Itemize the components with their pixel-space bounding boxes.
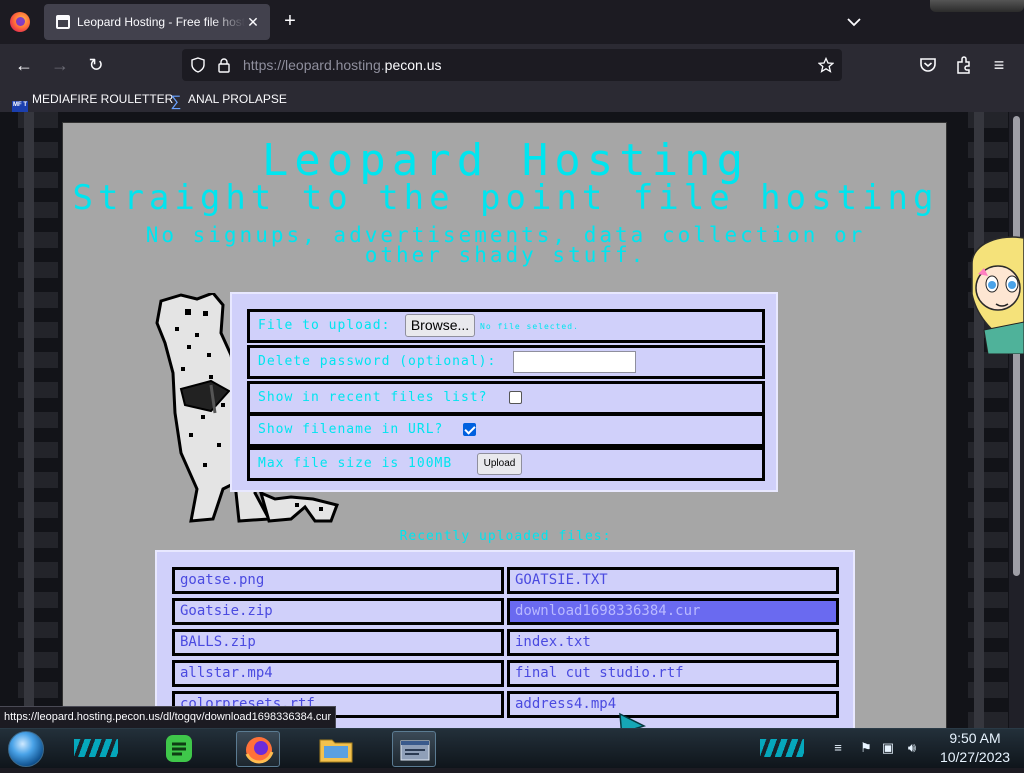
recent-files-checkbox[interactable] [509,391,522,404]
lock-icon[interactable] [216,57,232,73]
file-upload-label: File to upload: [258,318,391,333]
extensions-icon[interactable] [954,55,974,75]
taskbar-notes-app[interactable] [158,731,202,767]
sigma-icon: ∑ [170,93,182,110]
taskbar-decoration [760,739,804,757]
recent-files-heading: Recently uploaded files: [399,529,612,544]
file-link[interactable]: BALLS.zip [172,629,504,656]
taskbar: ≡ ⚑ ▣ 🔊︎ 9:50 AM 10/27/2023 [0,728,1024,768]
taskbar-file-explorer-app[interactable] [314,731,358,767]
window-controls[interactable] [930,0,1024,12]
file-link[interactable]: index.txt [507,629,839,656]
page-tagline: No signups, advertisements, data collect… [145,223,866,267]
page-subtitle: Straight to the point file hosting [72,178,939,218]
max-size-row: Max file size is 100MB Upload [247,447,765,481]
back-button[interactable]: ← [13,54,35,76]
system-clock[interactable]: 9:50 AM 10/27/2023 [930,729,1020,767]
recent-files-list: goatse.png GOATSIE.TXT Goatsie.zip downl… [155,550,855,728]
bookmark-anal-prolapse[interactable]: ∑ ANAL PROLAPSE [168,90,287,110]
window-app-icon [400,740,430,761]
tab-bar: Leopard Hosting - Free file hosting ✕ + [0,0,1024,44]
star-butterfly-sticker-image [971,236,1024,354]
navigation-toolbar: ← → ↻ https://leopard.hosting.pecon.us ≡ [0,44,1024,86]
page-content: Leopard Hosting Straight to the point fi… [62,122,947,728]
tab-title: Leopard Hosting - Free file hosting [77,15,245,29]
bookmark-star-icon[interactable] [818,57,834,73]
file-link[interactable]: goatse.png [172,567,504,594]
file-link[interactable]: allstar.mp4 [172,660,504,687]
file-link-hovered[interactable]: download1698336384.cur [507,598,839,625]
close-tab-icon[interactable]: ✕ [244,13,262,31]
upload-button[interactable]: Upload [477,453,522,475]
file-link[interactable]: GOATSIE.TXT [507,567,839,594]
file-link[interactable]: final cut studio.rtf [507,660,839,687]
tab-leopard-hosting[interactable]: Leopard Hosting - Free file hosting ✕ [44,4,270,40]
address-bar[interactable]: https://leopard.hosting.pecon.us [182,49,842,81]
list-tabs-chevron-icon[interactable] [845,13,863,31]
notes-app-icon [166,735,192,762]
max-file-size-label: Max file size is 100MB [258,456,453,471]
delete-password-row: Delete password (optional): [247,345,765,379]
firefox-app-icon [245,737,274,764]
bookmark-mediafire-rouletter[interactable]: MF T MEDIAFIRE ROULETTER [12,90,174,117]
recent-files-label: Show in recent files list? [258,390,488,405]
bookmarks-toolbar: MF T MEDIAFIRE ROULETTER ∑ ANAL PROLAPSE [0,86,1024,117]
delete-password-input[interactable] [513,351,636,373]
taskbar-firefox-app[interactable] [236,731,280,767]
clock-date: 10/27/2023 [939,749,1011,765]
mouse-cursor-icon [619,712,647,728]
bookmark-label: MEDIAFIRE ROULETTER [32,92,174,106]
file-link[interactable]: Goatsie.zip [172,598,504,625]
firefox-icon [10,12,30,32]
link-status-bar: https://leopard.hosting.pecon.us/dl/togq… [0,706,337,728]
start-orb-button[interactable] [8,731,44,767]
shield-icon[interactable] [190,57,206,73]
no-file-selected-text: No file selected. [480,322,579,331]
right-background-pattern [968,112,1008,728]
volume-icon[interactable]: 🔊︎ [904,740,920,756]
tab-favicon-icon [56,15,70,29]
network-icon[interactable]: ▣ [880,740,896,756]
page-scrollbar[interactable] [1009,112,1024,728]
action-center-flag-icon[interactable]: ⚑ [858,740,874,756]
file-link[interactable]: address4.mp4 [507,691,839,718]
upload-form: File to upload: Browse... No file select… [230,292,778,492]
pocket-icon[interactable] [918,55,938,75]
menu-hamburger-icon[interactable]: ≡ [988,54,1010,76]
file-upload-row: File to upload: Browse... No file select… [247,309,765,343]
taskbar-decoration [74,739,118,757]
new-tab-button[interactable]: + [280,11,300,32]
url-text[interactable]: https://leopard.hosting.pecon.us [243,57,441,73]
left-background-pattern [18,112,58,728]
filename-url-label: Show filename in URL? [258,422,444,437]
delete-password-label: Delete password (optional): [258,354,497,369]
filename-url-checkbox[interactable] [463,423,476,436]
forward-button[interactable]: → [49,54,71,76]
folder-icon [319,739,353,763]
filename-url-row: Show filename in URL? [247,413,765,447]
browse-button[interactable]: Browse... [405,314,475,337]
page-viewport: Leopard Hosting Straight to the point fi… [0,112,1024,728]
reload-button[interactable]: ↻ [85,54,107,76]
show-hidden-icons-icon[interactable]: ≡ [830,740,846,756]
recent-files-row: Show in recent files list? [247,381,765,415]
bookmark-label: ANAL PROLAPSE [188,92,287,106]
clock-time: 9:50 AM [949,730,1001,746]
taskbar-window-app[interactable] [392,731,436,767]
